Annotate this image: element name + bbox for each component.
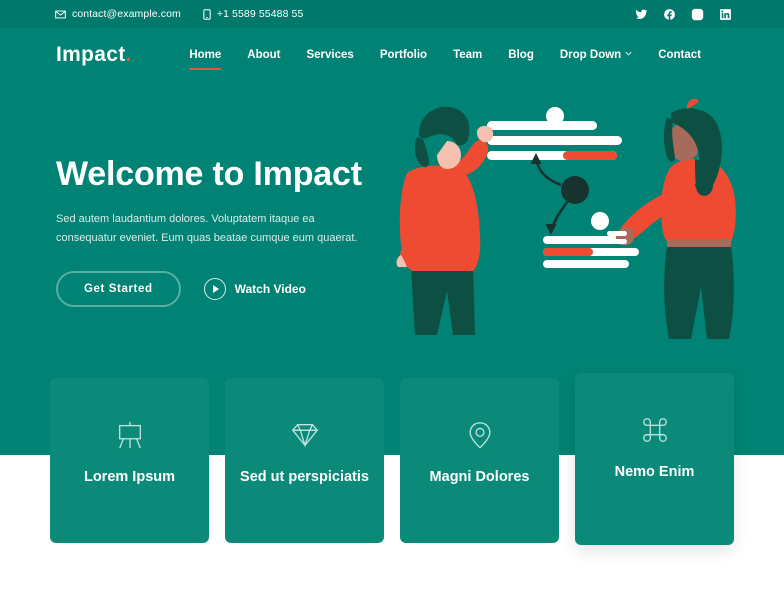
easel-icon xyxy=(115,418,145,452)
nav-item-label: Drop Down xyxy=(559,48,622,61)
contact-email[interactable]: contact@example.com xyxy=(55,8,181,20)
nav-item-label: About xyxy=(247,48,281,61)
nav-item-home[interactable]: Home xyxy=(176,43,234,70)
feature-card-title: Nemo Enim xyxy=(614,464,695,480)
feature-cards: Lorem Ipsum Sed ut perspiciatis Magni Do… xyxy=(0,373,784,553)
feature-card-title: Lorem Ipsum xyxy=(83,469,176,485)
feature-card-sed-ut-perspiciatis[interactable]: Sed ut perspiciatis xyxy=(225,378,384,543)
nav-item-blog[interactable]: Blog xyxy=(495,43,547,67)
nav-item-about[interactable]: About xyxy=(234,43,293,67)
hero-content: Welcome to Impact Sed autem laudantium d… xyxy=(56,155,386,307)
nav-item-services[interactable]: Services xyxy=(293,43,366,67)
nav-item-label: Portfolio xyxy=(379,48,428,61)
nav-item-contact[interactable]: Contact xyxy=(645,43,714,67)
nav-item-label: Home xyxy=(189,48,222,61)
nav-item-label: Team xyxy=(453,48,483,61)
main-navigation: Home About Services Portfolio Team Blog … xyxy=(176,43,714,70)
nav-item-label: Contact xyxy=(658,48,701,61)
hero-actions: Get Started Watch Video xyxy=(56,270,386,307)
site-logo[interactable]: Impact. xyxy=(56,43,132,67)
feature-card-lorem-ipsum[interactable]: Lorem Ipsum xyxy=(50,378,209,543)
page-title: Welcome to Impact xyxy=(56,155,362,193)
nav-item-portfolio[interactable]: Portfolio xyxy=(367,43,440,67)
nav-item-drop-down[interactable]: Drop Down xyxy=(547,43,645,67)
twitter-icon[interactable] xyxy=(635,8,648,21)
hero-illustration xyxy=(395,95,780,350)
map-pin-icon xyxy=(465,418,495,452)
gem-icon xyxy=(290,418,320,452)
feature-card-title: Magni Dolores xyxy=(429,469,530,485)
nav-item-label: Services xyxy=(306,48,354,61)
logo-text: Impact xyxy=(56,42,126,66)
watch-video-button[interactable]: Watch Video xyxy=(203,277,306,300)
social-links xyxy=(635,8,732,21)
linkedin-icon[interactable] xyxy=(719,8,732,21)
contact-phone[interactable]: +1 5589 55488 55 xyxy=(203,8,304,20)
facebook-icon[interactable] xyxy=(663,8,676,21)
envelope-icon xyxy=(55,10,66,19)
watch-video-label: Watch Video xyxy=(234,281,306,296)
phone-icon xyxy=(203,8,211,20)
hero-subtitle: Sed autem laudantium dolores. Voluptatem… xyxy=(56,213,358,245)
get-started-button[interactable]: Get Started xyxy=(56,270,181,307)
feature-card-title: Sed ut perspiciatis xyxy=(240,469,369,485)
command-icon xyxy=(640,413,670,447)
topbar-contact-group: contact@example.com +1 5589 55488 55 xyxy=(55,8,303,20)
contact-email-text: contact@example.com xyxy=(72,8,181,20)
logo-dot: . xyxy=(125,42,132,66)
nav-item-team[interactable]: Team xyxy=(440,43,495,67)
site-header: Impact. Home About Services Portfolio Te… xyxy=(0,28,784,81)
nav-item-label: Blog xyxy=(508,48,534,61)
chevron-down-icon xyxy=(625,50,632,57)
top-contact-bar: contact@example.com +1 5589 55488 55 xyxy=(0,0,784,28)
feature-card-nemo-enim[interactable]: Nemo Enim xyxy=(575,373,734,545)
instagram-icon[interactable] xyxy=(691,8,704,21)
play-icon xyxy=(203,277,226,300)
contact-phone-text: +1 5589 55488 55 xyxy=(216,8,304,20)
feature-card-magni-dolores[interactable]: Magni Dolores xyxy=(400,378,559,543)
